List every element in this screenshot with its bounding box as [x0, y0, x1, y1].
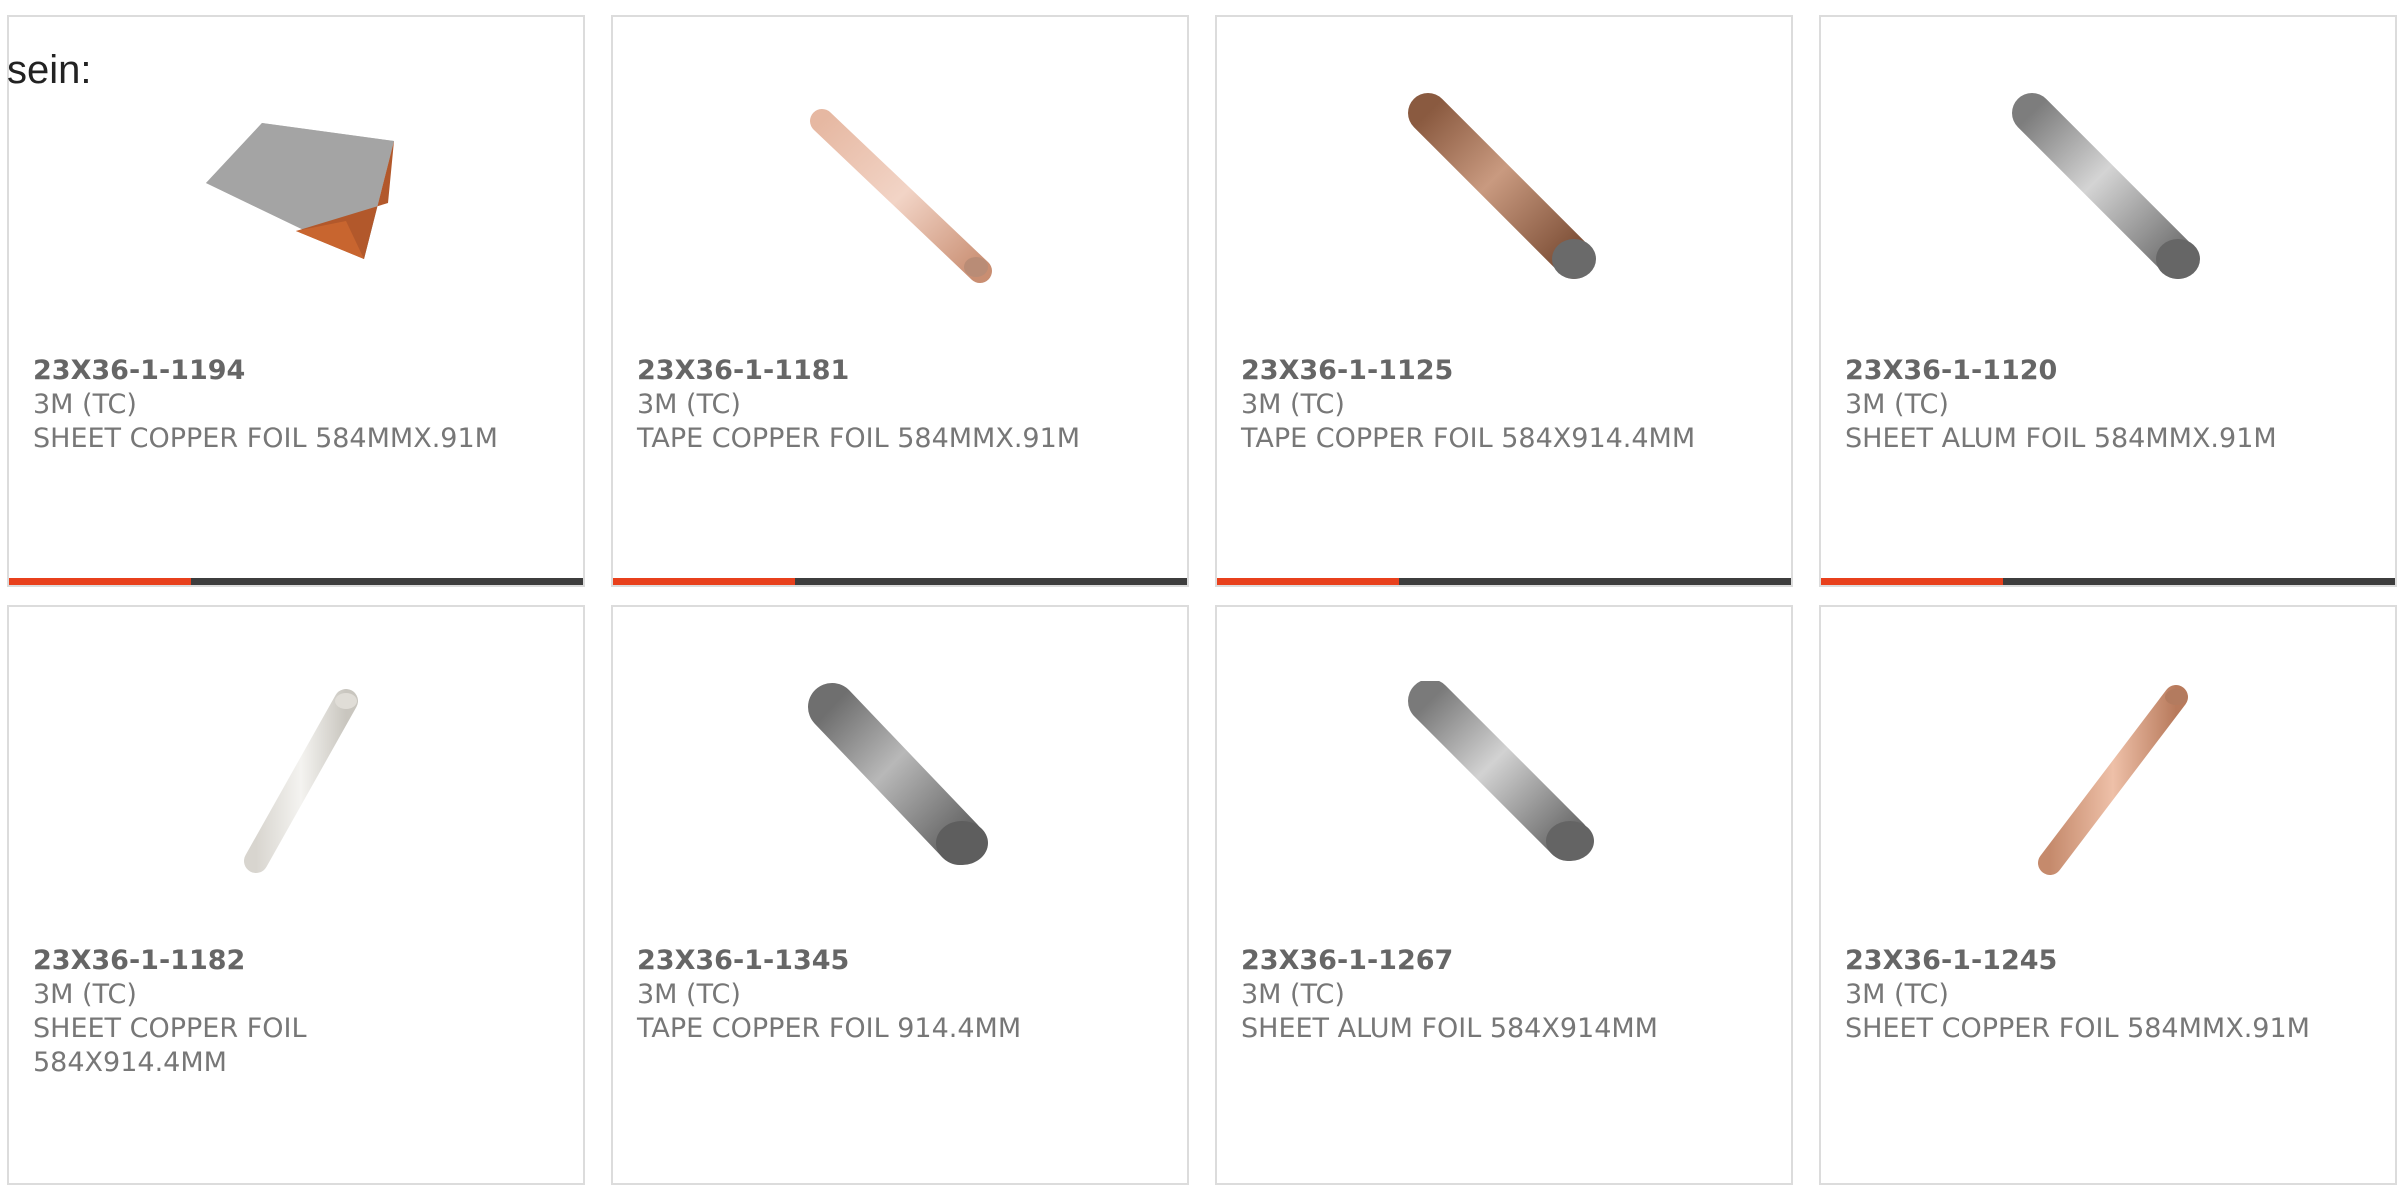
manufacturer: 3M (TC): [637, 389, 741, 420]
clear-roll-image: [244, 689, 358, 873]
aluminum-roll-image: [808, 683, 988, 865]
product-card[interactable]: 23X36-1-1181 3M (TC) TAPE COPPER FOIL 58…: [611, 15, 1189, 587]
product-image[interactable]: [1404, 91, 1604, 287]
product-card[interactable]: 23X36-1-1345 3M (TC) TAPE COPPER FOIL 91…: [611, 605, 1189, 1185]
product-description: SHEET ALUM FOIL 584MMX.91M: [1845, 423, 2277, 454]
product-description: TAPE COPPER FOIL 584MMX.91M: [637, 423, 1081, 454]
manufacturer: 3M (TC): [33, 979, 137, 1010]
manufacturer: 3M (TC): [637, 979, 741, 1010]
product-image[interactable]: [800, 91, 1000, 287]
copper-roll-image: [1408, 93, 1596, 279]
part-number[interactable]: 23X36-1-1194: [33, 354, 503, 388]
part-number[interactable]: 23X36-1-1125: [1241, 354, 1711, 388]
product-image[interactable]: [196, 681, 396, 877]
card-bottom-bar: [1821, 578, 2395, 585]
copper-roll-image: [2038, 685, 2188, 875]
part-number[interactable]: 23X36-1-1182: [33, 944, 503, 978]
product-card[interactable]: 23X36-1-1245 3M (TC) SHEET COPPER FOIL 5…: [1819, 605, 2397, 1185]
product-description: TAPE COPPER FOIL 914.4MM: [637, 1013, 1022, 1044]
card-bottom-bar: [1217, 578, 1791, 585]
part-number[interactable]: 23X36-1-1245: [1845, 944, 2315, 978]
card-bottom-bar: [613, 578, 1187, 585]
aluminum-roll-image: [1408, 681, 1594, 861]
manufacturer: 3M (TC): [33, 389, 137, 420]
aluminum-roll-image: [2012, 93, 2200, 279]
product-description: SHEET COPPER FOIL 584MMX.91M: [1845, 1013, 2310, 1044]
product-card[interactable]: 23X36-1-1125 3M (TC) TAPE COPPER FOIL 58…: [1215, 15, 1793, 587]
card-bottom-bar: [9, 578, 583, 585]
copper-sheet-image: [206, 123, 394, 259]
card-accent-bar: [1821, 578, 2003, 585]
part-number[interactable]: 23X36-1-1120: [1845, 354, 2315, 388]
product-image[interactable]: [196, 91, 396, 287]
card-accent-bar: [9, 578, 191, 585]
product-description: TAPE COPPER FOIL 584X914.4MM: [1241, 423, 1696, 454]
product-card[interactable]: 23X36-1-1120 3M (TC) SHEET ALUM FOIL 584…: [1819, 15, 2397, 587]
product-image[interactable]: [2008, 681, 2208, 877]
manufacturer: 3M (TC): [1845, 389, 1949, 420]
intro-text: sein:: [7, 48, 92, 92]
product-image[interactable]: [800, 681, 1000, 877]
product-description: SHEET ALUM FOIL 584X914MM: [1241, 1013, 1658, 1044]
product-image[interactable]: [2008, 91, 2208, 287]
manufacturer: 3M (TC): [1241, 979, 1345, 1010]
part-number[interactable]: 23X36-1-1345: [637, 944, 1107, 978]
product-card[interactable]: 23X36-1-1182 3M (TC) SHEET COPPER FOIL 5…: [7, 605, 585, 1185]
product-description: SHEET COPPER FOIL 584X914.4MM: [33, 1013, 307, 1078]
card-accent-bar: [613, 578, 795, 585]
product-card[interactable]: 23X36-1-1267 3M (TC) SHEET ALUM FOIL 584…: [1215, 605, 1793, 1185]
manufacturer: 3M (TC): [1845, 979, 1949, 1010]
part-number[interactable]: 23X36-1-1267: [1241, 944, 1711, 978]
product-image[interactable]: [1404, 681, 1604, 877]
product-grid: 23X36-1-1194 3M (TC) SHEET COPPER FOIL 5…: [0, 0, 2400, 1185]
card-accent-bar: [1217, 578, 1399, 585]
product-description: SHEET COPPER FOIL 584MMX.91M: [33, 423, 498, 454]
part-number[interactable]: 23X36-1-1181: [637, 354, 1107, 388]
manufacturer: 3M (TC): [1241, 389, 1345, 420]
product-card[interactable]: 23X36-1-1194 3M (TC) SHEET COPPER FOIL 5…: [7, 15, 585, 587]
copper-roll-image: [810, 109, 992, 283]
